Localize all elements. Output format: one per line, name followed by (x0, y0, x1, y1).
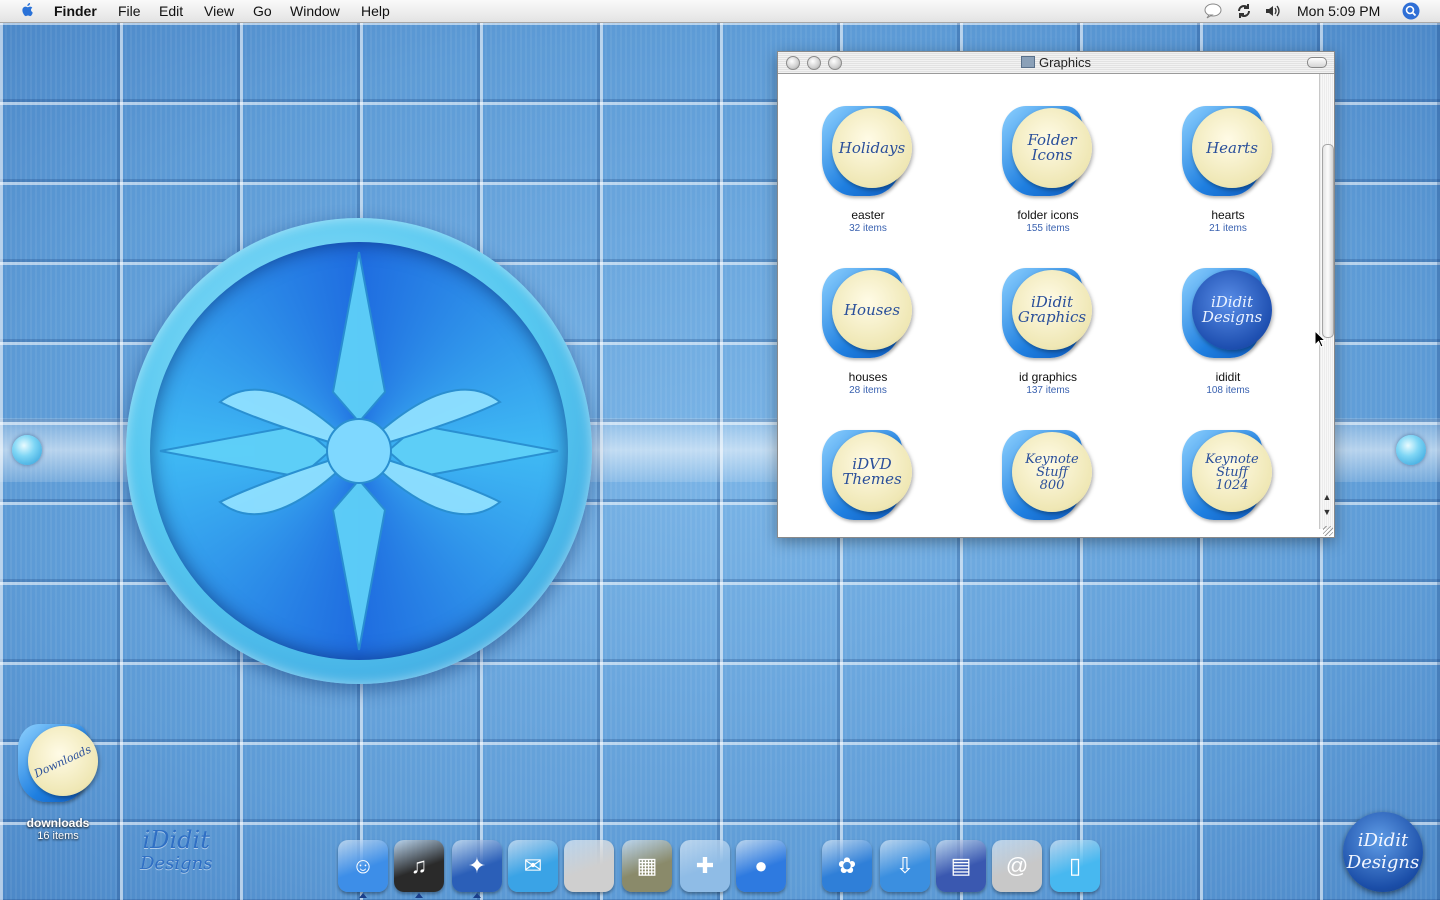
corner-brand-badge[interactable]: iDidit Designs (1343, 812, 1423, 892)
corner-brand-line1: iDidit (1357, 830, 1409, 851)
menu-go[interactable]: Go (253, 2, 272, 20)
window-titlebar[interactable]: Graphics (778, 52, 1334, 74)
folder-count: 108 items (1206, 385, 1250, 396)
folder-item-idvd-themes[interactable]: iDVD Themes (778, 428, 958, 524)
scroll-up-arrow[interactable]: ▲ (1322, 492, 1332, 502)
menu-help[interactable]: Help (361, 2, 390, 20)
folder-name: folder icons (1017, 208, 1079, 222)
dock-transfer-folder-icon[interactable]: ⇩ (880, 840, 930, 892)
resize-grip[interactable] (1323, 526, 1333, 536)
corner-brand-line2: Designs (1346, 852, 1420, 873)
running-indicator (359, 893, 367, 898)
folder-icon-label: Hearts (1206, 138, 1258, 157)
dock: ☺ ♫ ✦ ✉ ▦ ✚ ● ✿ ⇩ ▤ @ ▯ (336, 836, 1104, 898)
folder-item-folder-icons[interactable]: Folder Icons folder icons 155 items (958, 104, 1138, 234)
folder-item-keynote-stuff-1024[interactable]: Keynote Stuff 1024 (1138, 428, 1318, 524)
vertical-scrollbar[interactable]: ▲ ▼ (1319, 74, 1334, 529)
spotlight-search-icon[interactable] (1402, 2, 1420, 24)
ornament-icon (159, 251, 559, 651)
folder-name: houses (848, 370, 888, 384)
folder-count: 137 items (1026, 385, 1070, 396)
brand-logo: iDidit Designs (140, 828, 212, 876)
menu-app-finder[interactable]: Finder (54, 2, 97, 20)
desktop-item-downloads[interactable]: Downloads downloads 16 items (12, 722, 104, 842)
finder-window[interactable]: Graphics Holidays easter 32 items Folder… (777, 51, 1335, 538)
downloads-icon-label: Downloads (32, 742, 94, 780)
volume-icon[interactable] (1264, 3, 1282, 23)
folder-count: 32 items (849, 223, 887, 234)
folder-item-id-graphics[interactable]: iDidit Graphics id graphics 137 items (958, 266, 1138, 396)
scroll-thumb[interactable] (1322, 144, 1334, 338)
folder-icon-label: iDidit Designs (1201, 293, 1263, 326)
folder-item-keynote-stuff-800[interactable]: Keynote Stuff 800 (958, 428, 1138, 524)
folder-name: easter (851, 208, 885, 222)
dock-safari-icon[interactable]: ✦ (452, 840, 502, 892)
apple-menu-icon[interactable] (18, 1, 36, 23)
menu-bar: Finder File Edit View Go Window Help Mon… (0, 0, 1440, 23)
emblem-center (150, 242, 568, 660)
menu-clock[interactable]: Mon 5:09 PM (1297, 2, 1380, 20)
dock-working-files-icon[interactable]: ▤ (936, 840, 986, 892)
folder-icon-label: Holidays (838, 138, 906, 157)
mouse-pointer-icon (1314, 330, 1326, 348)
folder-icon-label: Folder Icons (1027, 131, 1077, 164)
folder-item-hearts[interactable]: Hearts hearts 21 items (1138, 104, 1318, 234)
folder-icon: Folder Icons (1000, 104, 1096, 200)
dock-system-preferences-icon[interactable] (564, 840, 614, 892)
folder-icon-label: Keynote Stuff 800 (1025, 451, 1079, 493)
sync-icon[interactable] (1236, 3, 1252, 23)
folder-icon-label: Keynote Stuff 1024 (1205, 451, 1259, 493)
folder-icon: iDidit Designs (1180, 266, 1276, 362)
dock-finder-icon[interactable]: ☺ (338, 840, 388, 892)
window-title-text: Graphics (1038, 55, 1092, 70)
folder-icon: Houses (820, 266, 916, 362)
folder-icon: Holidays (820, 104, 916, 200)
folder-count: 28 items (849, 385, 887, 396)
scroll-down-arrow[interactable]: ▼ (1322, 507, 1332, 517)
dock-ichat-icon[interactable]: ● (736, 840, 786, 892)
folder-icon-label: iDVD Themes (842, 455, 902, 488)
rail-knob-right (1396, 435, 1426, 465)
running-indicator (415, 893, 423, 898)
folder-item-easter[interactable]: Holidays easter 32 items (778, 104, 958, 234)
brand-line1: iDidit (142, 826, 210, 854)
downloads-count: 16 items (37, 830, 79, 842)
folder-name: ididit (1215, 370, 1241, 384)
folder-icon: Keynote Stuff 800 (1000, 428, 1096, 524)
folder-count: 21 items (1209, 223, 1247, 234)
folder-item-ididit[interactable]: iDidit Designs ididit 108 items (1138, 266, 1318, 396)
speech-bubble-icon[interactable] (1204, 3, 1222, 23)
folder-icon-label: Houses (843, 300, 901, 319)
folder-icon: iDidit Graphics (1000, 266, 1096, 362)
dock-trash-icon[interactable]: ▯ (1050, 840, 1100, 892)
downloads-folder-icon: Downloads (16, 722, 100, 806)
dock-mail-icon[interactable]: ✉ (508, 840, 558, 892)
menu-view[interactable]: View (204, 2, 234, 20)
running-indicator (473, 893, 481, 898)
folder-icon: Hearts (1180, 104, 1276, 200)
brand-line2: Designs (140, 853, 213, 874)
folder-icon: iDVD Themes (820, 428, 916, 524)
dock-mail-at-icon[interactable]: @ (992, 840, 1042, 892)
rail-knob-left (12, 435, 42, 465)
folder-name: id graphics (1018, 370, 1078, 384)
folder-count: 155 items (1026, 223, 1070, 234)
folder-icon-label: iDidit Graphics (1017, 293, 1087, 326)
dock-cat-folder-icon[interactable]: ✿ (822, 840, 872, 892)
folder-icon: Keynote Stuff 1024 (1180, 428, 1276, 524)
window-title: Graphics (778, 55, 1334, 70)
toolbar-toggle-button[interactable] (1307, 57, 1327, 68)
dock-maps-icon[interactable]: ✚ (680, 840, 730, 892)
folder-item-houses[interactable]: Houses houses 28 items (778, 266, 958, 396)
downloads-name: downloads (26, 816, 90, 830)
menu-edit[interactable]: Edit (159, 2, 183, 20)
dock-preview-icon[interactable]: ▦ (622, 840, 672, 892)
menu-window[interactable]: Window (290, 2, 340, 20)
dock-itunes-icon[interactable]: ♫ (394, 840, 444, 892)
folder-icon (1020, 56, 1035, 68)
menu-file[interactable]: File (118, 2, 141, 20)
folder-name: hearts (1211, 208, 1245, 222)
